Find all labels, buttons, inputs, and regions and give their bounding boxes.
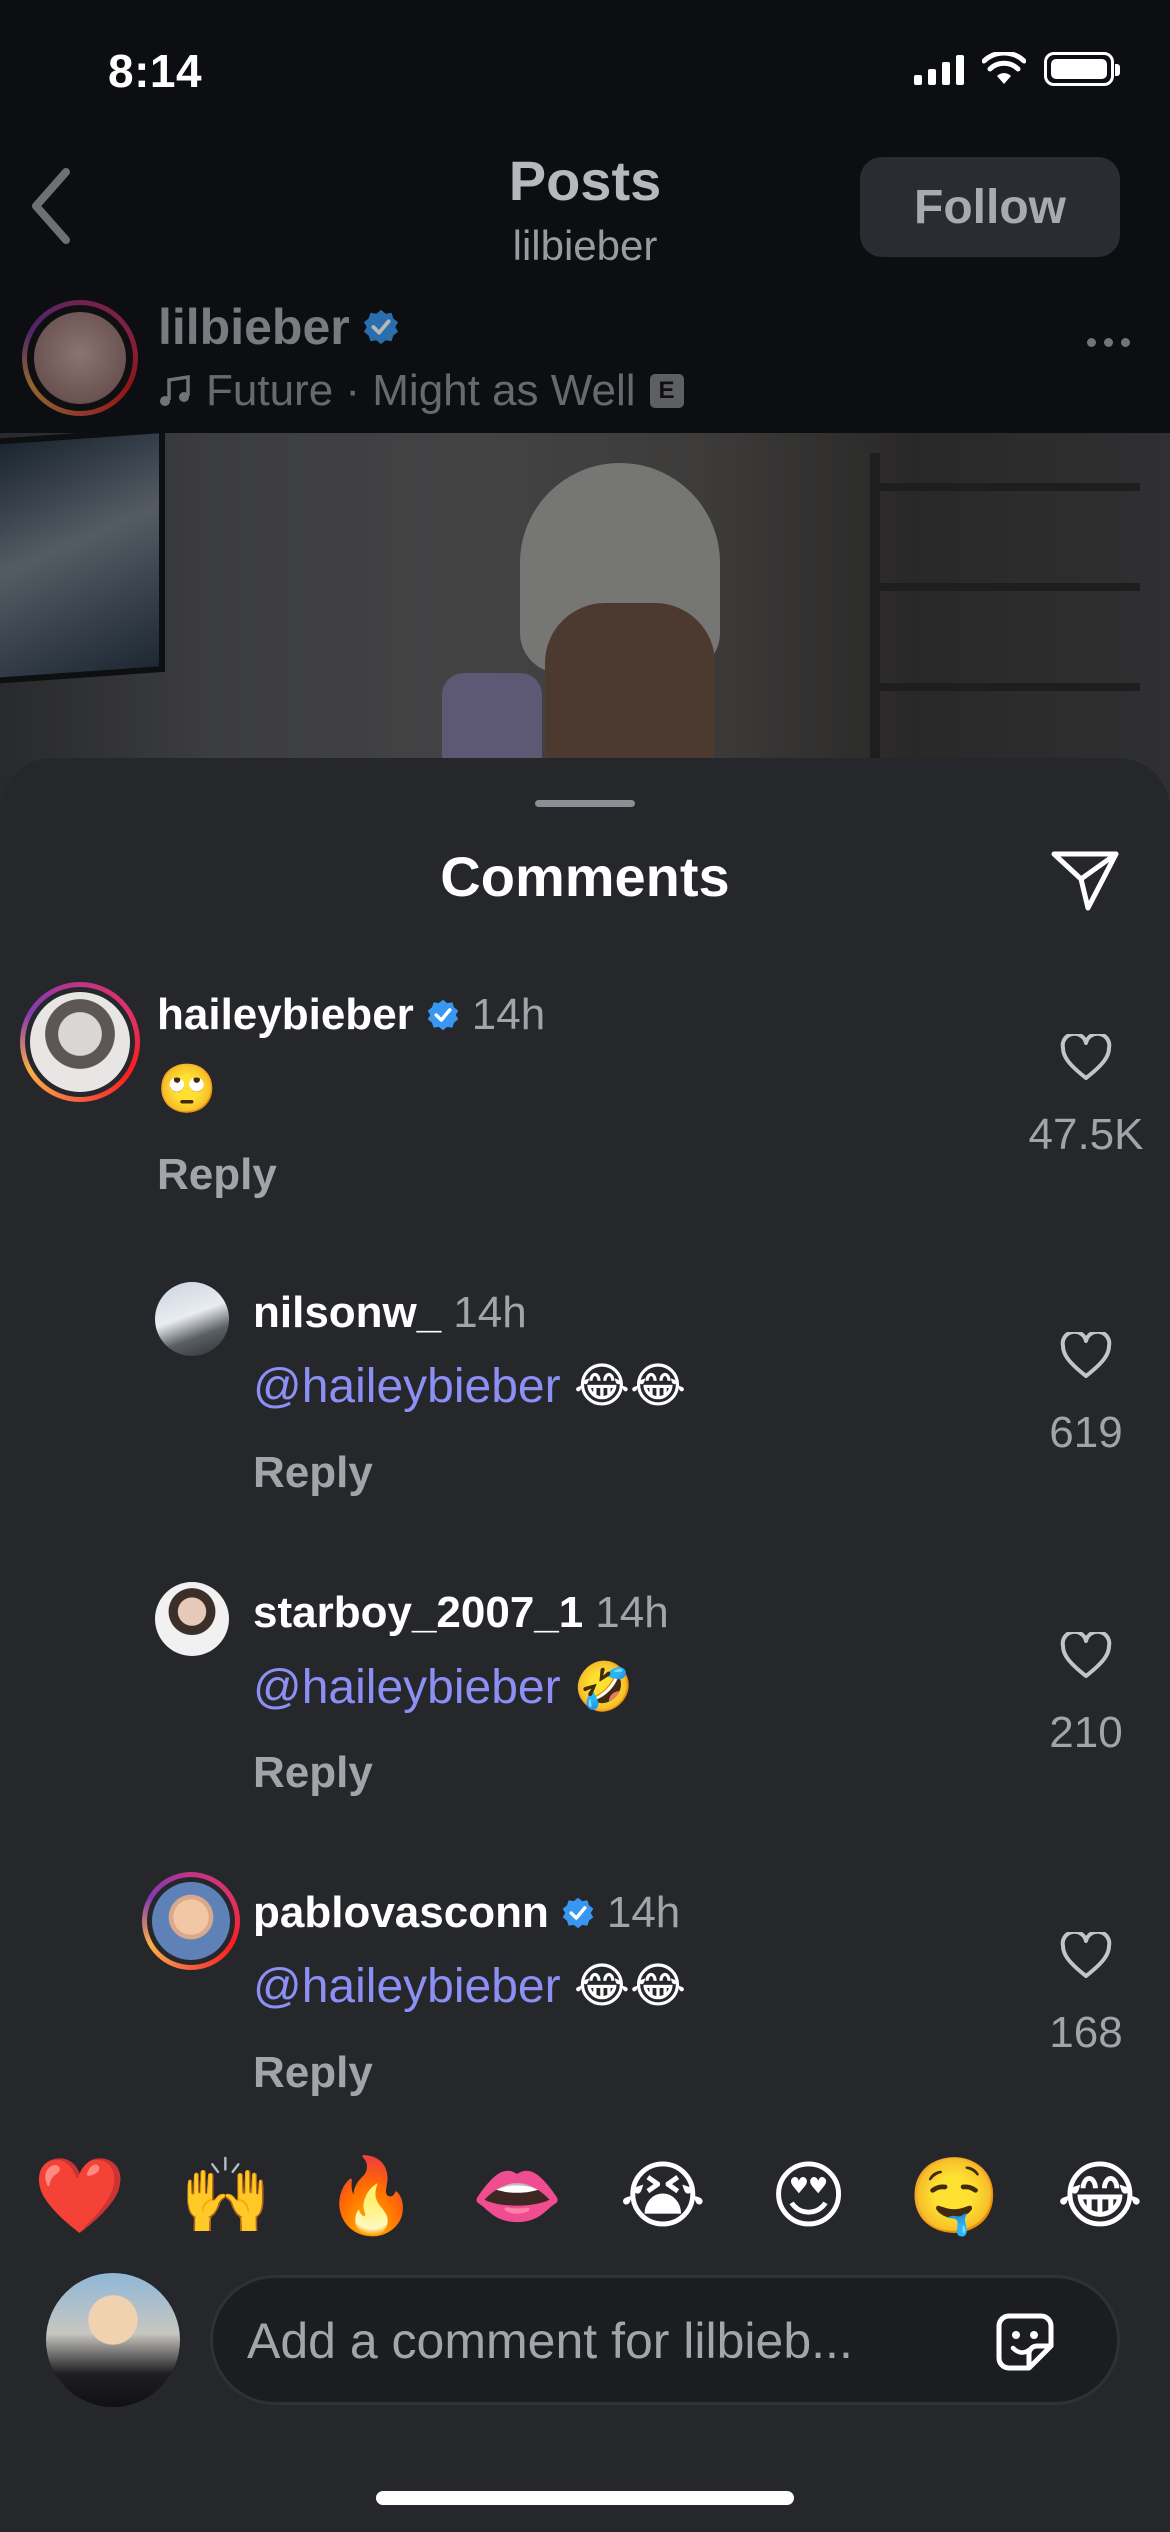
music-note-icon — [160, 374, 190, 406]
commenter-avatar[interactable] — [155, 1282, 229, 1356]
comment-emoji: 🙄 — [157, 1063, 217, 1116]
quick-reactions-bar: ❤️ 🙌 🔥 👄 😭 😍 🤤 😂 — [30, 2146, 1150, 2246]
comment-username[interactable]: starboy_2007_1 — [253, 1588, 583, 1638]
like-count: 168 — [1049, 2008, 1123, 2057]
like-count: 619 — [1049, 1408, 1123, 1457]
like-heart-icon[interactable] — [1060, 1632, 1112, 1680]
reaction-raised-hands[interactable]: 🙌 — [176, 2146, 276, 2246]
music-track: Future · Might as Well — [206, 366, 636, 415]
reaction-drooling[interactable]: 🤤 — [904, 2146, 1004, 2246]
reply-button[interactable]: Reply — [253, 1748, 373, 1798]
post-author-avatar[interactable] — [22, 300, 138, 416]
more-options-icon[interactable] — [1087, 338, 1130, 347]
comment-time: 14h — [595, 1588, 669, 1637]
comment-mention[interactable]: @haileybieber — [253, 1360, 561, 1413]
like-count: 210 — [1049, 1708, 1123, 1757]
comment-input-placeholder: Add a comment for lilbieb... — [247, 2313, 853, 2369]
verified-badge-icon — [363, 309, 398, 345]
comment-input[interactable]: Add a comment for lilbieb... — [210, 2275, 1120, 2405]
comment-item: pablovasconn 14h @haileybieber 😂😂 Reply … — [0, 1872, 1170, 2097]
sheet-title: Comments — [440, 845, 730, 908]
verified-badge-icon — [427, 999, 459, 1031]
post-author[interactable]: lilbieber — [158, 298, 400, 356]
commenter-avatar[interactable] — [155, 1582, 229, 1656]
comment-username[interactable]: nilsonw_ — [253, 1288, 441, 1338]
comment-item: nilsonw_ 14h @haileybieber 😂😂 Reply 619 — [0, 1278, 1170, 1497]
wifi-icon — [982, 52, 1026, 84]
comment-emoji: 🤣 — [573, 1661, 634, 1714]
like-heart-icon[interactable] — [1060, 1034, 1112, 1082]
comments-sheet: Comments haileybieber 14h 🙄 Reply 47.5K — [0, 758, 1170, 2532]
reaction-lips[interactable]: 👄 — [467, 2146, 567, 2246]
comment-time: 14h — [606, 1888, 681, 1937]
post-music[interactable]: Future · Might as Well E — [158, 366, 684, 416]
comment-text: @haileybieber 🤣 — [253, 1658, 634, 1715]
comment-emoji: 😂😂 — [573, 1960, 687, 2013]
comment-text: 🙄 — [157, 1060, 217, 1117]
reply-button[interactable]: Reply — [253, 1448, 373, 1498]
explicit-badge: E — [649, 374, 684, 408]
commenter-avatar[interactable] — [20, 982, 140, 1102]
sheet-grabber[interactable] — [535, 800, 635, 807]
reaction-heart-eyes[interactable]: 😍 — [759, 2146, 859, 2246]
like-heart-icon[interactable] — [1060, 1332, 1112, 1380]
like-heart-icon[interactable] — [1060, 1932, 1112, 1980]
status-bar: 8:14 — [0, 0, 1170, 140]
comment-emoji: 😂😂 — [573, 1360, 687, 1413]
comment-mention[interactable]: @haileybieber — [253, 1960, 561, 2013]
commenter-avatar[interactable] — [142, 1872, 240, 1970]
comment-time: 14h — [453, 1288, 527, 1337]
current-user-avatar — [46, 2273, 180, 2407]
sticker-icon[interactable] — [989, 2306, 1061, 2378]
comment-item: starboy_2007_1 14h @haileybieber 🤣 Reply… — [0, 1578, 1170, 1797]
reaction-fire[interactable]: 🔥 — [321, 2146, 421, 2246]
comment-username[interactable]: haileybieber — [157, 990, 414, 1040]
comment-username[interactable]: pablovasconn — [253, 1888, 549, 1938]
comment-time: 14h — [471, 990, 546, 1039]
follow-button[interactable]: Follow — [860, 157, 1120, 257]
post-author-username: lilbieber — [158, 299, 350, 355]
comment-item: haileybieber 14h 🙄 Reply 47.5K — [0, 980, 1170, 1199]
verified-badge-icon — [562, 1897, 594, 1929]
home-indicator[interactable] — [376, 2491, 794, 2505]
reaction-crying[interactable]: 😭 — [613, 2146, 713, 2246]
reaction-heart[interactable]: ❤️ — [30, 2146, 130, 2246]
status-icons — [914, 52, 1120, 86]
comment-text: @haileybieber 😂😂 — [253, 1358, 686, 1414]
post-header: lilbieber Future · Might as Well E — [0, 290, 1170, 430]
cellular-signal-icon — [914, 53, 964, 85]
battery-icon — [1044, 52, 1120, 86]
reply-button[interactable]: Reply — [253, 2048, 373, 2098]
comment-text: @haileybieber 😂😂 — [253, 1958, 686, 2014]
like-count: 47.5K — [1028, 1110, 1144, 1159]
comment-mention[interactable]: @haileybieber — [253, 1661, 561, 1714]
reply-button[interactable]: Reply — [157, 1150, 277, 1200]
reaction-tears-of-joy[interactable]: 😂 — [1050, 2146, 1150, 2246]
status-time: 8:14 — [108, 45, 203, 97]
share-icon[interactable] — [1048, 846, 1122, 914]
